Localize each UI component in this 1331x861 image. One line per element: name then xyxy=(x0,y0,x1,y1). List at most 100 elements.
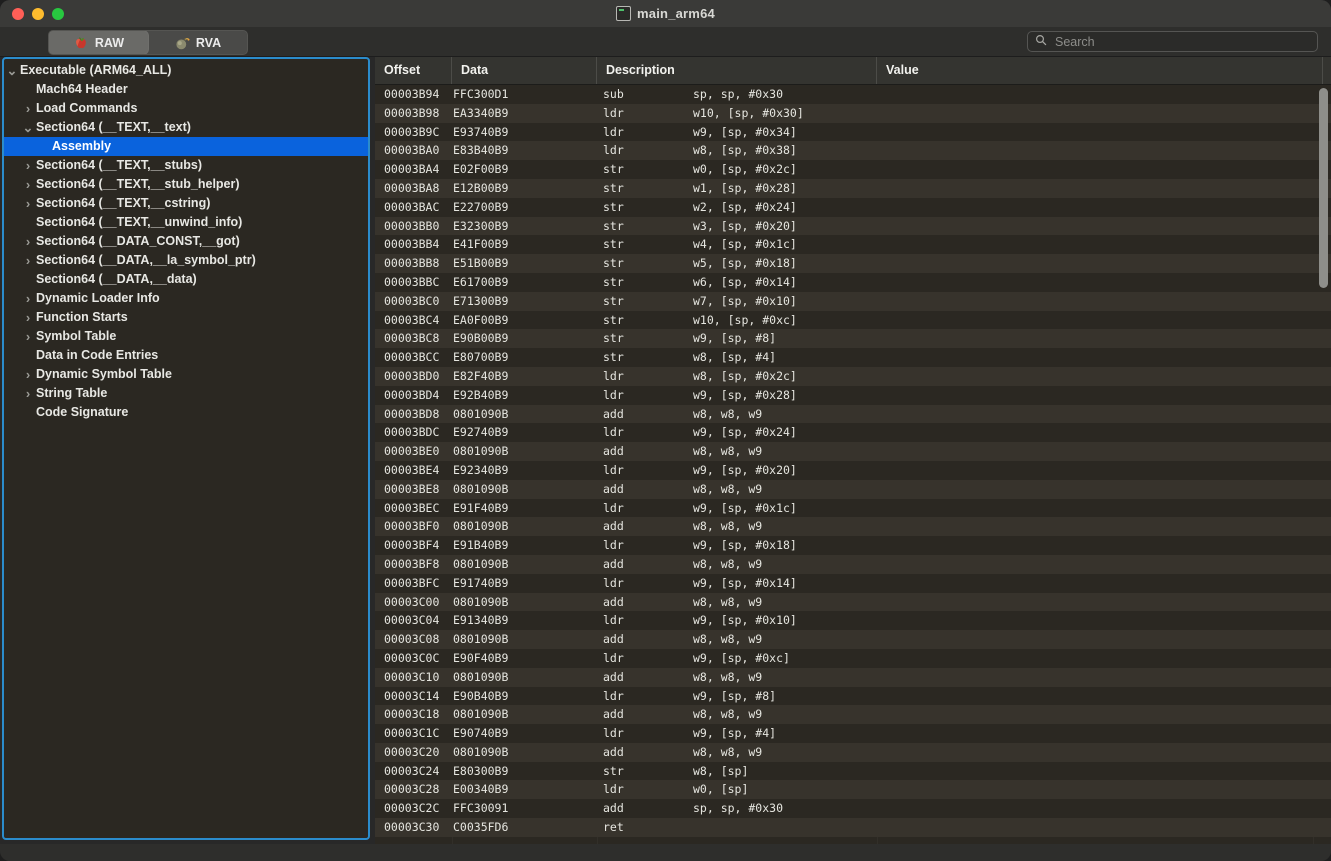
column-header-data[interactable]: Data xyxy=(452,57,597,84)
sidebar-item[interactable]: › Section64 (__DATA,__la_symbol_ptr) xyxy=(4,251,368,270)
table-row[interactable]: 00003C04 E91340B9 ldr w9, [sp, #0x10] xyxy=(375,611,1331,631)
cell-offset: 00003C28 xyxy=(384,782,440,797)
scrollbar-thumb[interactable] xyxy=(1319,88,1328,288)
sidebar-item[interactable]: › Function Starts xyxy=(4,308,368,327)
chevron-right-icon[interactable]: › xyxy=(20,251,36,270)
table-row[interactable]: 00003BDC E92740B9 ldr w9, [sp, #0x24] xyxy=(375,423,1331,443)
table-row[interactable]: 00003BB8 E51B00B9 str w5, [sp, #0x18] xyxy=(375,254,1331,273)
sidebar-item[interactable]: Code Signature xyxy=(4,403,368,422)
tab-rva[interactable]: RVA xyxy=(148,31,247,54)
sidebar-item[interactable]: › Dynamic Loader Info xyxy=(4,289,368,308)
sidebar-item[interactable]: Section64 (__DATA,__data) xyxy=(4,270,368,289)
sidebar-item[interactable]: ⌄ Executable (ARM64_ALL) xyxy=(4,61,368,80)
cell-offset: 00003BA8 xyxy=(384,180,440,195)
table-row[interactable]: 00003BFC E91740B9 ldr w9, [sp, #0x14] xyxy=(375,573,1331,593)
sidebar-item[interactable]: › Symbol Table xyxy=(4,327,368,346)
table-row[interactable]: 00003C28 E00340B9 ldr w0, [sp] xyxy=(375,780,1331,800)
sidebar-item[interactable]: › Section64 (__TEXT,__cstring) xyxy=(4,194,368,213)
table-row[interactable]: 00003B9C E93740B9 ldr w9, [sp, #0x34] xyxy=(375,122,1331,142)
table-row[interactable]: 00003BD4 E92B40B9 ldr w9, [sp, #0x28] xyxy=(375,385,1331,405)
table-row[interactable]: 00003B98 EA3340B9 ldr w10, [sp, #0x30] xyxy=(375,103,1331,123)
table-row[interactable]: 00003BBC E61700B9 str w6, [sp, #0x14] xyxy=(375,272,1331,292)
cell-data: E90B00B9 xyxy=(453,331,509,346)
zoom-button[interactable] xyxy=(52,7,64,20)
sidebar-item[interactable]: › Load Commands xyxy=(4,99,368,118)
table-row[interactable]: 00003C1C E90740B9 ldr w9, [sp, #4] xyxy=(375,724,1331,743)
chevron-right-icon[interactable]: › xyxy=(20,308,36,327)
table-row[interactable]: 00003BF4 E91B40B9 ldr w9, [sp, #0x18] xyxy=(375,536,1331,555)
cell-offset: 00003C2C xyxy=(384,801,440,816)
structure-sidebar[interactable]: ⌄ Executable (ARM64_ALL) Mach64 Header › Loa… xyxy=(2,57,370,840)
table-body[interactable]: 00003B94 FFC300D1 sub sp, sp, #0x30 00003B98… xyxy=(375,85,1331,844)
app-window: main_arm64 RAW RVA Search ⌄ Executable (… xyxy=(0,0,1331,861)
column-header-offset[interactable]: Offset xyxy=(375,57,452,84)
chevron-right-icon[interactable]: › xyxy=(20,232,36,251)
tab-raw[interactable]: RAW xyxy=(49,31,148,54)
column-header-description[interactable]: Description xyxy=(597,57,877,84)
sidebar-item[interactable]: Section64 (__TEXT,__unwind_info) xyxy=(4,213,368,232)
table-row[interactable]: 00003BF8 0801090B add w8, w8, w9 xyxy=(375,554,1331,574)
table-row[interactable]: 00003BE8 0801090B add w8, w8, w9 xyxy=(375,479,1331,499)
cell-mnemonic: str xyxy=(603,256,624,271)
table-row[interactable]: 00003BE4 E92340B9 ldr w9, [sp, #0x20] xyxy=(375,460,1331,480)
cell-operands: w8, w8, w9 xyxy=(693,444,763,459)
sidebar-item[interactable]: › Section64 (__TEXT,__stubs) xyxy=(4,156,368,175)
sidebar-item[interactable]: Data in Code Entries xyxy=(4,346,368,365)
minimize-button[interactable] xyxy=(32,7,44,20)
table-row[interactable]: 00003BB0 E32300B9 str w3, [sp, #0x20] xyxy=(375,216,1331,236)
table-row[interactable]: 00003BEC E91F40B9 ldr w9, [sp, #0x1c] xyxy=(375,498,1331,518)
chevron-right-icon[interactable]: › xyxy=(20,156,36,175)
chevron-right-icon[interactable]: › xyxy=(20,384,36,403)
chevron-down-icon[interactable]: ⌄ xyxy=(4,64,20,77)
table-row[interactable]: 00003BD8 0801090B add w8, w8, w9 xyxy=(375,404,1331,424)
table-row[interactable]: 00003BCC E80700B9 str w8, [sp, #4] xyxy=(375,348,1331,367)
chevron-right-icon[interactable]: › xyxy=(20,327,36,346)
table-row[interactable]: 00003BA8 E12B00B9 str w1, [sp, #0x28] xyxy=(375,178,1331,198)
vertical-scrollbar[interactable] xyxy=(1315,85,1331,844)
sidebar-item[interactable]: Assembly xyxy=(4,137,368,156)
sidebar-item[interactable]: › Section64 (__DATA_CONST,__got) xyxy=(4,232,368,251)
cell-data: 0801090B xyxy=(453,632,509,647)
table-row[interactable]: 00003C00 0801090B add w8, w8, w9 xyxy=(375,592,1331,612)
cell-offset: 00003BC0 xyxy=(384,293,440,308)
cell-data: E91B40B9 xyxy=(453,538,509,553)
chevron-right-icon[interactable]: › xyxy=(20,175,36,194)
table-row[interactable]: 00003B94 FFC300D1 sub sp, sp, #0x30 xyxy=(375,85,1331,104)
sidebar-item[interactable]: › Section64 (__TEXT,__stub_helper) xyxy=(4,175,368,194)
sidebar-item[interactable]: Mach64 Header xyxy=(4,80,368,99)
sidebar-item[interactable]: › String Table xyxy=(4,384,368,403)
table-row[interactable]: 00003C0C E90F40B9 ldr w9, [sp, #0xc] xyxy=(375,648,1331,668)
table-row[interactable]: 00003BC4 EA0F00B9 str w10, [sp, #0xc] xyxy=(375,310,1331,330)
sidebar-item-label: Function Starts xyxy=(36,310,128,324)
sidebar-item[interactable]: › Dynamic Symbol Table xyxy=(4,365,368,384)
table-row[interactable]: 00003C18 0801090B add w8, w8, w9 xyxy=(375,705,1331,725)
table-row[interactable]: 00003C30 C0035FD6 ret xyxy=(375,818,1331,837)
chevron-right-icon[interactable]: › xyxy=(20,194,36,213)
table-row[interactable]: 00003BC0 E71300B9 str w7, [sp, #0x10] xyxy=(375,291,1331,311)
table-row[interactable]: 00003BAC E22700B9 str w2, [sp, #0x24] xyxy=(375,197,1331,217)
sidebar-item[interactable]: ⌄ Section64 (__TEXT,__text) xyxy=(4,118,368,137)
table-row[interactable]: 00003BB4 E41F00B9 str w4, [sp, #0x1c] xyxy=(375,235,1331,255)
table-row[interactable]: 00003BC8 E90B00B9 str w9, [sp, #8] xyxy=(375,329,1331,349)
chevron-right-icon[interactable]: › xyxy=(20,365,36,384)
table-row[interactable]: 00003BE0 0801090B add w8, w8, w9 xyxy=(375,442,1331,461)
cell-data: E92B40B9 xyxy=(453,387,509,402)
table-row[interactable]: 00003BF0 0801090B add w8, w8, w9 xyxy=(375,517,1331,537)
table-row[interactable]: 00003C08 0801090B add w8, w8, w9 xyxy=(375,630,1331,649)
table-row[interactable]: 00003BA0 E83B40B9 ldr w8, [sp, #0x38] xyxy=(375,141,1331,161)
terminal-document-icon xyxy=(616,6,632,21)
table-row[interactable]: 00003C10 0801090B add w8, w8, w9 xyxy=(375,667,1331,687)
search-input[interactable] xyxy=(1053,33,1310,50)
close-button[interactable] xyxy=(12,7,24,20)
table-row[interactable]: 00003C14 E90B40B9 ldr w9, [sp, #8] xyxy=(375,686,1331,706)
table-row[interactable]: 00003C2C FFC30091 add sp, sp, #0x30 xyxy=(375,799,1331,819)
search-field[interactable] xyxy=(1027,31,1318,52)
table-row[interactable]: 00003BA4 E02F00B9 str w0, [sp, #0x2c] xyxy=(375,160,1331,179)
table-row[interactable]: 00003C24 E80300B9 str w8, [sp] xyxy=(375,761,1331,781)
chevron-right-icon[interactable]: › xyxy=(20,99,36,118)
chevron-right-icon[interactable]: › xyxy=(20,289,36,308)
table-row[interactable]: 00003BD0 E82F40B9 ldr w8, [sp, #0x2c] xyxy=(375,366,1331,386)
table-row[interactable]: 00003C20 0801090B add w8, w8, w9 xyxy=(375,742,1331,762)
chevron-down-icon[interactable]: ⌄ xyxy=(20,121,36,134)
column-header-value[interactable]: Value xyxy=(877,57,1313,84)
